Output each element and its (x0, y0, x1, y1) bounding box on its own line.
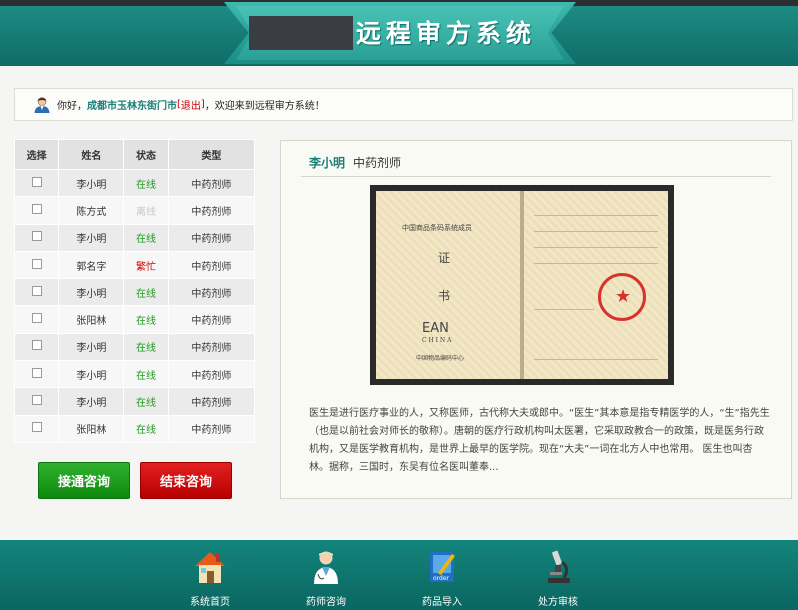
row-name: 李小明 (58, 360, 125, 389)
table-row: 李小明 在线 中药剂师 (13, 332, 256, 362)
row-checkbox[interactable] (31, 340, 42, 351)
detail-name: 李小明 (309, 156, 346, 170)
cert-ean-brand: EAN (422, 321, 449, 336)
table-row: 郭名字 繁忙 中药剂师 (13, 250, 256, 280)
doctor-icon (314, 551, 338, 584)
row-checkbox[interactable] (31, 395, 42, 406)
col-name-header: 姓名 (58, 139, 125, 170)
row-checkbox[interactable] (31, 422, 42, 433)
cert-char-2: 书 (438, 289, 451, 303)
row-type: 中药剂师 (167, 360, 256, 389)
row-name: 李小明 (58, 387, 125, 416)
svg-text:order: order (433, 575, 450, 582)
end-consultation-button[interactable]: 结束咨询 (140, 462, 232, 499)
table-header-row: 选择 姓名 状态 类型 (13, 139, 256, 170)
row-name: 李小明 (58, 332, 125, 362)
col-status-header: 状态 (123, 139, 169, 170)
welcome-message: ，欢迎来到远程审方系统！ (204, 101, 325, 112)
app-header: 远程审方系统 (0, 0, 798, 66)
row-name: 李小明 (58, 223, 125, 252)
row-status: 在线 (123, 332, 169, 362)
row-name: 张阳林 (58, 305, 125, 334)
row-type: 中药剂师 (167, 250, 256, 280)
nav-pharmacist-consult-label: 药师咨询 (306, 597, 346, 608)
cert-left-bottom-text: 中国物品编码中心 (416, 355, 465, 362)
nav-home-label: 系统首页 (190, 597, 230, 608)
order-book-icon: order (430, 552, 455, 582)
row-checkbox[interactable] (31, 231, 42, 242)
row-type: 中药剂师 (167, 223, 256, 252)
row-checkbox[interactable] (31, 285, 42, 296)
row-type: 中药剂师 (167, 332, 256, 362)
detail-header: 李小明 中药剂师 (301, 149, 771, 177)
table-row: 李小明 在线 中药剂师 (13, 360, 256, 389)
table-row: 李小明 在线 中药剂师 (13, 278, 256, 307)
row-checkbox[interactable] (31, 203, 42, 214)
nav-home[interactable]: 系统首页 (175, 548, 245, 608)
table-row: 李小明 在线 中药剂师 (13, 387, 256, 416)
row-name: 李小明 (58, 168, 125, 198)
certificate-right-page: ★ (524, 191, 668, 379)
row-type: 中药剂师 (167, 387, 256, 416)
store-location: 成都市玉林东街门市 (87, 101, 177, 112)
table-row: 陈方式 离线 中药剂师 (13, 196, 256, 225)
row-checkbox[interactable] (31, 367, 42, 378)
greeting-text: 你好， (57, 101, 87, 112)
nav-pharmacist-consult[interactable]: 药师咨询 (291, 548, 361, 608)
nav-drug-import-label: 药品导入 (422, 597, 462, 608)
connect-consultation-button[interactable]: 接通咨询 (38, 462, 130, 499)
row-type: 中药剂师 (167, 196, 256, 225)
row-type: 中药剂师 (167, 414, 256, 443)
certificate-image: 中国商品条码系统成员 证 书 EAN C H I N A 中国物品编码中心 ★ (370, 185, 674, 385)
row-checkbox[interactable] (31, 313, 42, 324)
row-checkbox[interactable] (31, 176, 42, 187)
logout-link[interactable]: 退出 (181, 97, 201, 112)
detail-role: 中药剂师 (353, 156, 402, 170)
col-type-header: 类型 (167, 139, 256, 170)
nav-prescription-review-label: 处方审核 (538, 597, 578, 608)
cert-left-top-text: 中国商品条码系统成员 (402, 224, 472, 232)
logo-placeholder (249, 16, 353, 50)
certificate-left-page: 中国商品条码系统成员 证 书 EAN C H I N A 中国物品编码中心 (376, 191, 520, 379)
welcome-bar: 你好， 成都市玉林东街门市 [ 退出 ] ，欢迎来到远程审方系统！ (14, 88, 793, 121)
footer-nav: 系统首页 药师咨询 order 药品导入 处方审核 (0, 540, 798, 610)
row-name: 陈方式 (58, 196, 125, 225)
pharmacist-detail-panel: 李小明 中药剂师 中国商品条码系统成员 证 书 EAN C H I N A 中国… (280, 140, 792, 499)
row-status: 在线 (123, 360, 169, 389)
row-status: 繁忙 (123, 250, 169, 280)
table-row: 李小明 在线 中药剂师 (13, 168, 256, 198)
row-status: 在线 (123, 414, 169, 443)
table-row: 张阳林 在线 中药剂师 (13, 305, 256, 334)
row-type: 中药剂师 (167, 168, 256, 198)
user-icon (34, 96, 50, 113)
row-checkbox[interactable] (31, 258, 42, 269)
row-status: 在线 (123, 305, 169, 334)
row-name: 张阳林 (58, 414, 125, 443)
cert-ean-sub: C H I N A (422, 337, 452, 344)
row-type: 中药剂师 (167, 305, 256, 334)
row-status: 离线 (123, 196, 169, 225)
detail-description: 医生是进行医疗事业的人，又称医师，古代称大夫或郎中。“医生”其本意是指专精医学的… (309, 408, 770, 473)
table-row: 张阳林 在线 中药剂师 (13, 414, 256, 443)
nav-drug-import[interactable]: order 药品导入 (407, 548, 477, 608)
house-icon (195, 552, 225, 583)
row-type: 中药剂师 (167, 278, 256, 307)
nav-prescription-review[interactable]: 处方审核 (523, 548, 593, 608)
official-seal-icon: ★ (598, 273, 646, 321)
cert-char-1: 证 (438, 251, 451, 265)
row-status: 在线 (123, 168, 169, 198)
table-row: 李小明 在线 中药剂师 (13, 223, 256, 252)
row-status: 在线 (123, 278, 169, 307)
row-status: 在线 (123, 387, 169, 416)
col-select-header: 选择 (13, 139, 60, 170)
system-title: 远程审方系统 (356, 19, 537, 48)
row-name: 郭名字 (58, 250, 125, 280)
row-status: 在线 (123, 223, 169, 252)
pharmacist-table: 选择 姓名 状态 类型 李小明 在线 中药剂师 陈方式 离线 中药剂师 李小明 (13, 139, 256, 443)
row-name: 李小明 (58, 278, 125, 307)
microscope-icon (548, 550, 570, 583)
